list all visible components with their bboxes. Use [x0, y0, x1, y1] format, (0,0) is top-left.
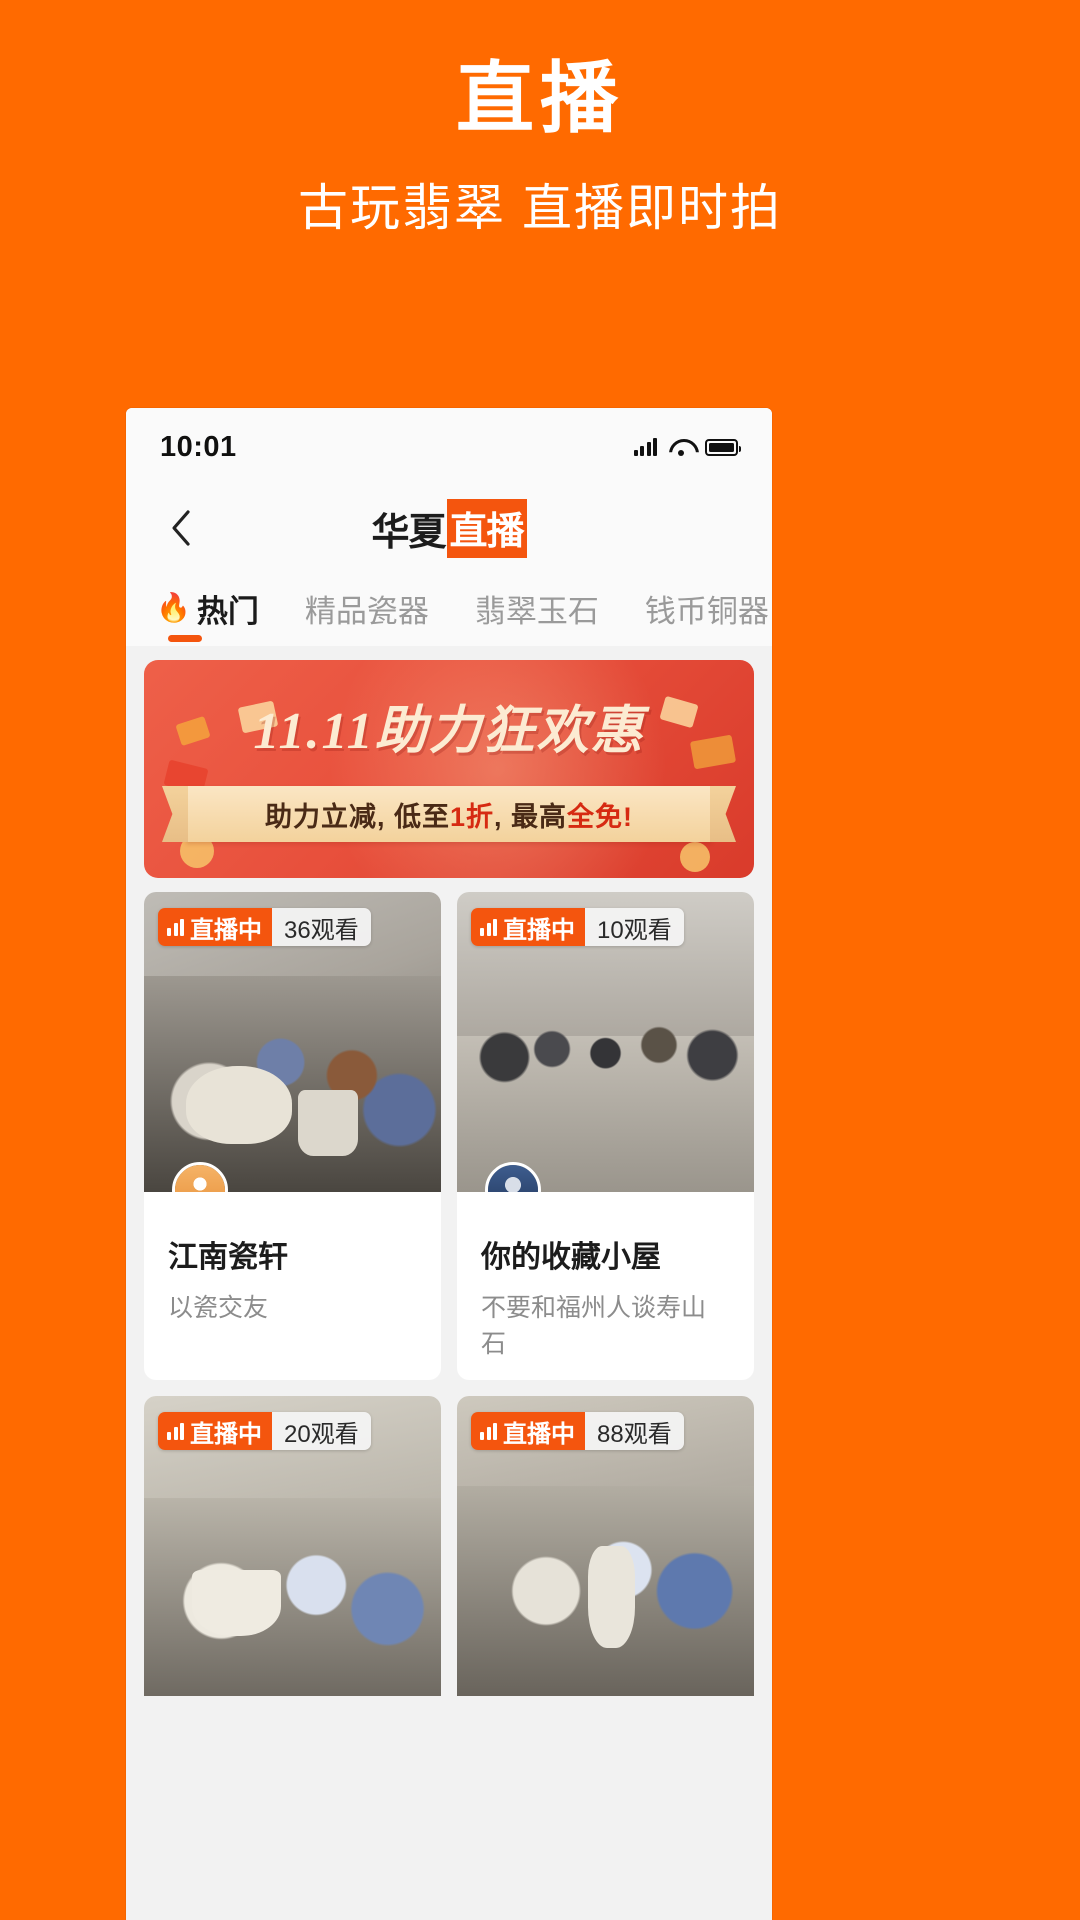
live-card[interactable]: 直播中 10观看 你的收藏小屋 不要和福州人谈寿山石	[457, 892, 754, 1380]
thumb-art	[144, 1498, 441, 1696]
card-thumbnail: 直播中 88观看	[457, 1396, 754, 1696]
live-label: 直播中	[190, 1420, 262, 1448]
avatar-glyph	[175, 1165, 225, 1192]
tab-coins-bronze[interactable]: 钱币铜器	[645, 586, 769, 631]
viewer-count: 36观看	[272, 908, 371, 946]
thumb-jar	[298, 1090, 358, 1156]
promo-banner-wrap: 11.11助力狂欢惠 助力立减, 低至1折, 最高全免!	[126, 660, 772, 878]
ribbon-prefix: 助力立减, 低至	[264, 801, 450, 832]
card-thumbnail: 直播中 36观看	[144, 892, 441, 1192]
thumb-art	[144, 976, 441, 1192]
live-card-grid: 直播中 36观看 江南瓷轩 以瓷交友 直播中 10观看 你的收藏小屋 不要和福州…	[126, 878, 772, 1696]
live-status-badge: 直播中	[158, 908, 272, 946]
live-card[interactable]: 直播中 88观看	[457, 1396, 754, 1696]
tab-label: 翡翠玉石	[474, 593, 599, 629]
brand-name-dark: 华夏	[371, 511, 446, 554]
battery-icon	[705, 438, 741, 456]
brand-name-accent: 直播	[446, 498, 527, 558]
live-feed: 11.11助力狂欢惠 助力立减, 低至1折, 最高全免! 直播中 36观看 江南…	[126, 646, 772, 1920]
signal-bars-icon	[167, 918, 184, 936]
live-label: 直播中	[503, 1420, 575, 1448]
cellular-signal-icon	[633, 438, 657, 456]
shop-name: 江南瓷轩	[168, 1241, 288, 1274]
promo-header: 直播 古玩翡翠 直播即时拍	[0, 0, 1080, 240]
viewer-count: 20观看	[272, 1412, 371, 1450]
viewer-count: 10观看	[585, 908, 684, 946]
live-card[interactable]: 直播中 36观看 江南瓷轩 以瓷交友	[144, 892, 441, 1380]
chevron-left-icon	[172, 510, 190, 546]
tab-jade[interactable]: 翡翠玉石	[475, 586, 599, 631]
live-badge: 直播中 88观看	[471, 1412, 684, 1450]
live-status-badge: 直播中	[471, 1412, 585, 1450]
banner-ribbon: 助力立减, 低至1折, 最高全免!	[186, 786, 712, 842]
card-body: 江南瓷轩 以瓷交友	[144, 1192, 441, 1344]
banner-title: 11.11助力狂欢惠	[253, 703, 645, 760]
thumb-vase	[587, 1546, 636, 1648]
status-icons	[633, 438, 741, 456]
live-badge: 直播中 10观看	[471, 908, 684, 946]
promo-page: 直播 古玩翡翠 直播即时拍 10:01 华夏 直播 🔥 热门 精品瓷器 翡翠玉石…	[0, 0, 1080, 1920]
tab-label: 精品瓷器	[304, 593, 429, 629]
fire-icon: 🔥	[156, 592, 191, 623]
thumb-teapot	[185, 1066, 293, 1144]
tab-label: 钱币铜器	[644, 593, 769, 629]
status-bar: 10:01	[126, 408, 772, 486]
page-title: 直播	[455, 54, 624, 142]
app-logo: 华夏 直播	[126, 486, 772, 570]
live-badge: 直播中 36观看	[158, 908, 371, 946]
active-tab-indicator	[168, 635, 202, 642]
signal-bars-icon	[480, 1422, 497, 1440]
live-status-badge: 直播中	[471, 908, 585, 946]
tab-label: 热门	[196, 593, 259, 629]
wifi-icon	[669, 438, 693, 456]
ribbon-highlight-1: 1折	[449, 801, 495, 832]
phone-mockup: 10:01 华夏 直播 🔥 热门 精品瓷器 翡翠玉石 钱币铜器 11.11助力狂…	[126, 408, 772, 1920]
signal-bars-icon	[167, 1422, 184, 1440]
shop-name: 你的收藏小屋	[481, 1241, 661, 1274]
promo-banner[interactable]: 11.11助力狂欢惠 助力立减, 低至1折, 最高全免!	[144, 660, 754, 878]
live-label: 直播中	[503, 916, 575, 944]
thumb-crowd	[457, 994, 754, 1096]
thumb-bowl	[191, 1570, 281, 1636]
avatar-glyph	[488, 1165, 538, 1192]
confetti-decoration	[680, 842, 710, 872]
live-status-badge: 直播中	[158, 1412, 272, 1450]
shop-desc: 以瓷交友	[168, 1294, 269, 1322]
shop-desc: 不要和福州人谈寿山石	[481, 1294, 707, 1358]
tab-porcelain[interactable]: 精品瓷器	[305, 586, 429, 631]
card-body: 你的收藏小屋 不要和福州人谈寿山石	[457, 1192, 754, 1380]
category-tabs[interactable]: 🔥 热门 精品瓷器 翡翠玉石 钱币铜器 文玩	[126, 570, 772, 646]
card-thumbnail: 直播中 20观看	[144, 1396, 441, 1696]
live-label: 直播中	[190, 916, 262, 944]
ribbon-highlight-2: 全免!	[567, 801, 634, 832]
signal-bars-icon	[480, 918, 497, 936]
ribbon-middle: , 最高	[494, 801, 568, 832]
viewer-count: 88观看	[585, 1412, 684, 1450]
live-card[interactable]: 直播中 20观看	[144, 1396, 441, 1696]
tab-hot[interactable]: 🔥 热门	[156, 586, 259, 631]
banner-ribbon-text: 助力立减, 低至1折, 最高全免!	[265, 795, 633, 834]
page-subtitle: 古玩翡翠 直播即时拍	[298, 179, 782, 236]
live-badge: 直播中 20观看	[158, 1412, 371, 1450]
nav-bar: 华夏 直播	[126, 486, 772, 570]
status-time: 10:01	[160, 430, 237, 463]
card-thumbnail: 直播中 10观看	[457, 892, 754, 1192]
back-button[interactable]	[156, 503, 206, 553]
